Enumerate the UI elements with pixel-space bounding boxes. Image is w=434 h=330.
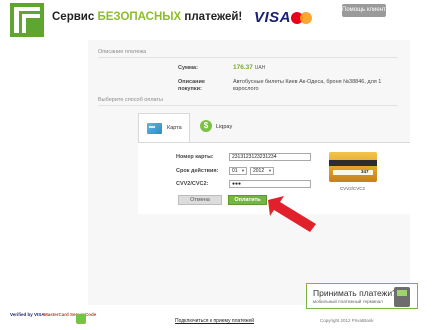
liqpay-icon: $ bbox=[200, 120, 212, 132]
tab-card-label: Карта bbox=[167, 125, 182, 131]
connect-payments-link[interactable]: Подключиться к приему платежей bbox=[175, 318, 254, 324]
accept-payments-banner[interactable]: Принимать платежи? мобильный платежный т… bbox=[306, 283, 418, 309]
card-back-illustration: 347 bbox=[329, 152, 377, 182]
card-number-field[interactable]: 2313123123231234 bbox=[229, 153, 311, 161]
tab-liqpay-label: Liqpay bbox=[216, 124, 233, 130]
mastercard-securecode-logo: MasterCard SecureCode bbox=[44, 312, 97, 317]
privat-small-icon bbox=[76, 314, 86, 324]
card-cvv-sample: 347 bbox=[361, 169, 369, 174]
cvv-label: CVV2/CVC2: bbox=[176, 181, 209, 187]
description-value: Автобусные билеты Киев Ак-Одеса, броня №… bbox=[233, 79, 382, 92]
payment-method-heading: Выберите способ оплаты bbox=[98, 97, 163, 103]
divider bbox=[98, 57, 398, 58]
banner-subtitle: мобильный платежный терминал bbox=[313, 299, 383, 304]
privatbank-logo-icon bbox=[10, 3, 44, 37]
credit-card-icon bbox=[147, 123, 162, 134]
chevron-down-icon: ▼ bbox=[241, 168, 245, 173]
header: Сервис БЕЗОПАСНЫХ платежей! VISA Помощь … bbox=[0, 0, 434, 38]
expiry-year-select[interactable]: 2012 ▼ bbox=[250, 167, 274, 175]
card-caption: CVV2/CVC2 bbox=[340, 186, 366, 191]
verified-by-visa-logo: Verified by VISA bbox=[10, 312, 45, 317]
amount-value: 176.37 UAH bbox=[233, 64, 266, 71]
mastercard-logo-icon bbox=[291, 12, 313, 24]
visa-logo: VISA bbox=[254, 9, 292, 26]
help-button[interactable]: Помощь клиенту bbox=[342, 4, 386, 17]
pointer-arrow-icon bbox=[268, 196, 316, 232]
description-label: Описание покупки: bbox=[178, 79, 205, 92]
divider bbox=[98, 105, 398, 106]
payment-description-heading: Описание платежа bbox=[98, 49, 147, 55]
page-title: Сервис БЕЗОПАСНЫХ платежей! bbox=[52, 11, 243, 23]
expiry-label: Срок действия: bbox=[176, 168, 219, 174]
terminal-icon bbox=[394, 287, 410, 307]
expiry-month-select[interactable]: 01 ▼ bbox=[229, 167, 247, 175]
tab-card[interactable]: Карта bbox=[138, 113, 190, 143]
banner-title: Принимать платежи? bbox=[313, 288, 397, 298]
copyright-text: Copyright 2012 PrivatBank bbox=[320, 318, 374, 323]
amount-label: Сумма: bbox=[178, 65, 198, 71]
chevron-down-icon: ▼ bbox=[268, 168, 272, 173]
tab-liqpay[interactable]: $ Liqpay bbox=[196, 113, 248, 143]
cancel-button[interactable]: Отмена bbox=[178, 195, 222, 205]
cvv-field[interactable]: ●●● bbox=[229, 180, 311, 188]
card-number-label: Номер карты: bbox=[176, 154, 214, 160]
